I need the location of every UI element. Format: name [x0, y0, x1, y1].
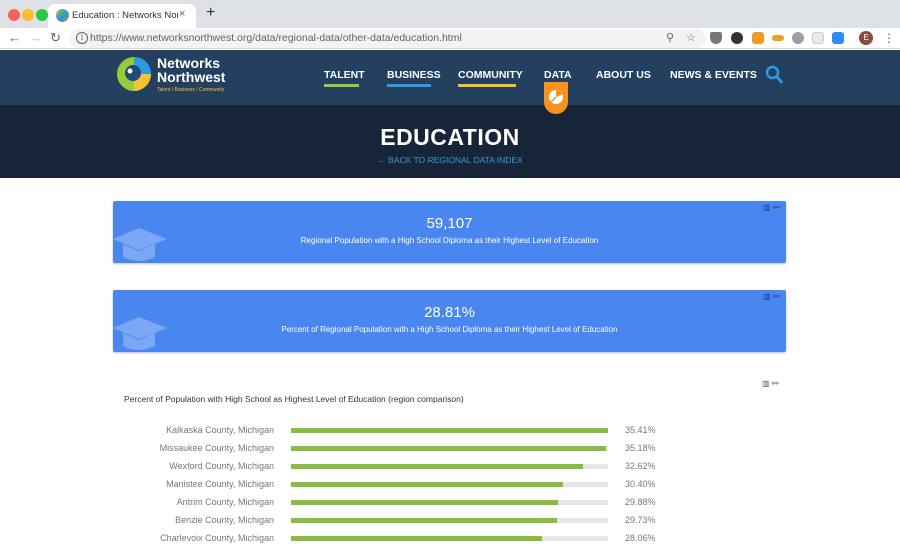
- extension-badge-icon[interactable]: [752, 32, 764, 44]
- site-favicon-icon: [56, 9, 69, 22]
- nav-about-us[interactable]: ABOUT US: [596, 69, 651, 81]
- bar-value-label: 35.41%: [625, 425, 656, 435]
- data-section-badge-icon: [544, 82, 568, 114]
- reload-icon[interactable]: ↻: [50, 29, 61, 47]
- bar-value-label: 29.73%: [625, 515, 656, 525]
- bar-value-label: 35.18%: [625, 443, 656, 453]
- nav-business[interactable]: BUSINESS: [387, 69, 441, 81]
- nav-talent-underline: [324, 84, 359, 87]
- zoom-extension-icon[interactable]: [832, 32, 844, 44]
- card-tool-icons[interactable]: ▥ ⚯: [763, 292, 779, 301]
- logo-tagline: Talent / Business / Community: [157, 87, 225, 93]
- browser-toolbar: ← → ↻ i https://www.networksnorthwest.or…: [0, 28, 900, 49]
- browser-menu-icon[interactable]: ⋮: [883, 29, 895, 47]
- bar-category-label: Wexford County, Michigan: [169, 461, 274, 471]
- site-info-icon[interactable]: i: [76, 32, 88, 44]
- url-text[interactable]: https://www.networksnorthwest.org/data/r…: [90, 32, 462, 44]
- chart-row: Missaukee County, Michigan 35.18%: [0, 442, 900, 460]
- logo-line-2: Northwest: [157, 69, 226, 85]
- search-icon[interactable]: [765, 65, 783, 85]
- back-arrow-icon[interactable]: ←: [8, 29, 21, 47]
- bar-track: [291, 536, 608, 541]
- address-bar[interactable]: i https://www.networksnorthwest.org/data…: [70, 29, 706, 48]
- profile-avatar[interactable]: E: [859, 31, 873, 45]
- chart-row: Benzie County, Michigan 29.73%: [0, 514, 900, 532]
- extension-icon[interactable]: [772, 35, 784, 41]
- bar[interactable]: [291, 518, 558, 523]
- bar[interactable]: [291, 536, 543, 541]
- bar[interactable]: [291, 482, 564, 487]
- nav-news-events[interactable]: NEWS & EVENTS: [670, 69, 757, 81]
- drive-extension-icon[interactable]: [710, 32, 722, 44]
- bar-track: [291, 446, 608, 451]
- forward-arrow-icon[interactable]: →: [29, 29, 42, 47]
- chart-row: Wexford County, Michigan 32.62%: [0, 460, 900, 478]
- card-tool-icons[interactable]: ▥ ⚯: [763, 203, 779, 212]
- nav-talent[interactable]: TALENT: [324, 69, 365, 81]
- bookmark-star-icon[interactable]: ☆: [686, 31, 696, 44]
- bar-value-label: 28.06%: [625, 533, 656, 543]
- bar-category-label: Missaukee County, Michigan: [159, 443, 274, 453]
- browser-tabstrip: Education : Networks Northwest × +: [0, 0, 900, 28]
- stat-card: 59,107 Regional Population with a High S…: [113, 201, 786, 263]
- page-title: EDUCATION: [380, 124, 520, 150]
- chart-row: Charlevoix County, Michigan 28.06%: [0, 532, 900, 550]
- close-window-button[interactable]: [8, 9, 20, 21]
- back-to-index-link[interactable]: ← BACK TO REGIONAL DATA INDEX: [0, 155, 900, 165]
- chart-row: Antrim County, Michigan 29.88%: [0, 496, 900, 514]
- bar-track: [291, 518, 608, 523]
- bar-category-label: Benzie County, Michigan: [175, 515, 274, 525]
- new-tab-button[interactable]: +: [206, 4, 215, 22]
- bar[interactable]: [291, 500, 559, 505]
- bar[interactable]: [291, 446, 606, 451]
- bar[interactable]: [291, 428, 608, 433]
- stat-label: Percent of Regional Population with a Hi…: [281, 325, 618, 334]
- zoom-icon[interactable]: ⚲: [666, 31, 674, 44]
- tab-title: Education : Networks Northwest: [72, 10, 178, 21]
- nav-data[interactable]: DATA: [544, 69, 572, 81]
- bar-category-label: Manistee County, Michigan: [166, 479, 274, 489]
- extension-icon[interactable]: [812, 32, 824, 44]
- logo-line-1: Networks: [157, 55, 221, 71]
- stat-card: 28.81% Percent of Regional Population wi…: [113, 290, 786, 352]
- site-logo-text[interactable]: Networks Northwest: [157, 56, 225, 84]
- nav-community-underline: [458, 84, 516, 87]
- chart-title: Percent of Population with High School a…: [124, 394, 464, 404]
- bar-track: [291, 500, 608, 505]
- bar-category-label: Kalkaska County, Michigan: [166, 425, 274, 435]
- extension-icon[interactable]: [731, 32, 743, 44]
- chart-tool-icons[interactable]: ▥ ⚯: [762, 379, 778, 388]
- bar-track: [291, 464, 608, 469]
- nav-business-underline: [387, 84, 431, 87]
- maximize-window-button[interactable]: [36, 9, 48, 21]
- bar-value-label: 30.40%: [625, 479, 656, 489]
- bar-track: [291, 428, 608, 433]
- stat-value: 59,107: [426, 215, 473, 232]
- networks-northwest-logo-icon[interactable]: [116, 56, 152, 92]
- bar-category-label: Antrim County, Michigan: [176, 497, 274, 507]
- extension-icon[interactable]: [792, 32, 804, 44]
- bar[interactable]: [291, 464, 584, 469]
- nav-community[interactable]: COMMUNITY: [458, 69, 523, 81]
- bar-value-label: 29.88%: [625, 497, 656, 507]
- tab-close-icon[interactable]: ×: [179, 8, 185, 20]
- bar-value-label: 32.62%: [625, 461, 656, 471]
- bar-track: [291, 482, 608, 487]
- browser-tab[interactable]: Education : Networks Northwest ×: [48, 4, 196, 28]
- chart-row: Manistee County, Michigan 30.40%: [0, 478, 900, 496]
- site-header: Networks Northwest Talent / Business / C…: [0, 50, 900, 105]
- stat-label: Regional Population with a High School D…: [300, 236, 599, 245]
- stat-value: 28.81%: [424, 304, 475, 321]
- bar-category-label: Charlevoix County, Michigan: [160, 533, 274, 543]
- chart-row: Kalkaska County, Michigan 35.41%: [0, 424, 900, 442]
- minimize-window-button[interactable]: [22, 9, 34, 21]
